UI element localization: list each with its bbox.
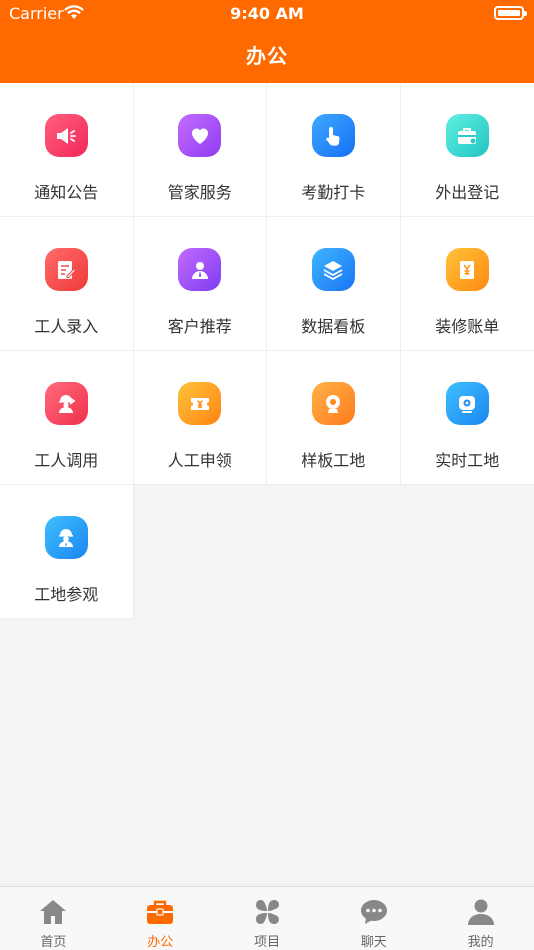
tab-label: 聊天 xyxy=(360,935,387,950)
office-app-grid: 通知公告 管家服务 考勤打卡 外出登记 工人录入 客户推荐 数据看板 装修账单 … xyxy=(0,83,534,619)
heart-icon xyxy=(178,114,222,157)
tap-hand-icon xyxy=(311,114,355,157)
layers-icon xyxy=(311,248,355,291)
app-label: 通知公告 xyxy=(34,183,99,202)
chat-bubble-icon xyxy=(360,900,387,924)
app-outing-register[interactable]: 外出登记 xyxy=(400,83,534,217)
webcam-icon xyxy=(311,382,355,425)
app-renovation-bill[interactable]: 装修账单 xyxy=(400,217,534,351)
person-icon xyxy=(467,899,494,925)
status-time: 9:40 AM xyxy=(230,4,304,23)
page-title: 办公 xyxy=(246,44,288,68)
app-worker-dispatch[interactable]: 工人调用 xyxy=(0,351,134,485)
tab-projects[interactable]: 项目 xyxy=(214,887,321,950)
app-label: 人工申领 xyxy=(167,451,232,470)
clover-icon xyxy=(255,899,280,925)
app-notice[interactable]: 通知公告 xyxy=(0,83,134,217)
header-bar: Carrier 9:40 AM 办公 xyxy=(0,0,534,83)
home-icon xyxy=(40,900,67,924)
app-label: 数据看板 xyxy=(301,317,366,336)
app-label: 考勤打卡 xyxy=(301,183,366,202)
worker-icon xyxy=(44,382,88,425)
battery-icon xyxy=(494,6,527,20)
app-model-site[interactable]: 样板工地 xyxy=(267,351,401,485)
app-butler-service[interactable]: 管家服务 xyxy=(133,83,267,217)
briefcase-icon xyxy=(445,114,489,157)
ledger-icon xyxy=(445,248,489,291)
app-data-board[interactable]: 数据看板 xyxy=(267,217,401,351)
camera-icon xyxy=(445,382,489,425)
tab-label: 办公 xyxy=(147,935,174,950)
status-bar: Carrier 9:40 AM xyxy=(0,0,534,28)
app-live-site[interactable]: 实时工地 xyxy=(400,351,534,485)
briefcase-icon xyxy=(147,900,174,924)
edit-form-icon xyxy=(44,248,88,291)
tab-label: 首页 xyxy=(40,935,67,950)
app-label: 工人调用 xyxy=(34,451,99,470)
tab-home[interactable]: 首页 xyxy=(0,887,107,950)
tab-label: 项目 xyxy=(253,935,280,950)
bottom-tab-bar: 首页 办公 项目 聊天 我的 xyxy=(0,886,534,950)
app-label: 实时工地 xyxy=(435,451,500,470)
app-attendance[interactable]: 考勤打卡 xyxy=(267,83,401,217)
tab-chat[interactable]: 聊天 xyxy=(320,887,427,950)
customer-icon xyxy=(178,248,222,291)
tab-office[interactable]: 办公 xyxy=(107,887,214,950)
tab-me[interactable]: 我的 xyxy=(427,887,534,950)
app-label: 客户推荐 xyxy=(167,317,232,336)
engineer-icon xyxy=(44,516,88,559)
megaphone-icon xyxy=(44,114,88,157)
app-site-visit[interactable]: 工地参观 xyxy=(0,485,134,619)
app-label: 样板工地 xyxy=(301,451,366,470)
app-labor-claim[interactable]: 人工申领 xyxy=(133,351,267,485)
app-worker-entry[interactable]: 工人录入 xyxy=(0,217,134,351)
app-label: 装修账单 xyxy=(435,317,500,336)
app-customer-referral[interactable]: 客户推荐 xyxy=(133,217,267,351)
app-label: 工地参观 xyxy=(34,585,99,604)
app-label: 外出登记 xyxy=(435,183,500,202)
ticket-icon xyxy=(178,382,222,425)
app-label: 工人录入 xyxy=(34,317,99,336)
tab-label: 我的 xyxy=(467,935,494,950)
app-label: 管家服务 xyxy=(167,183,232,202)
